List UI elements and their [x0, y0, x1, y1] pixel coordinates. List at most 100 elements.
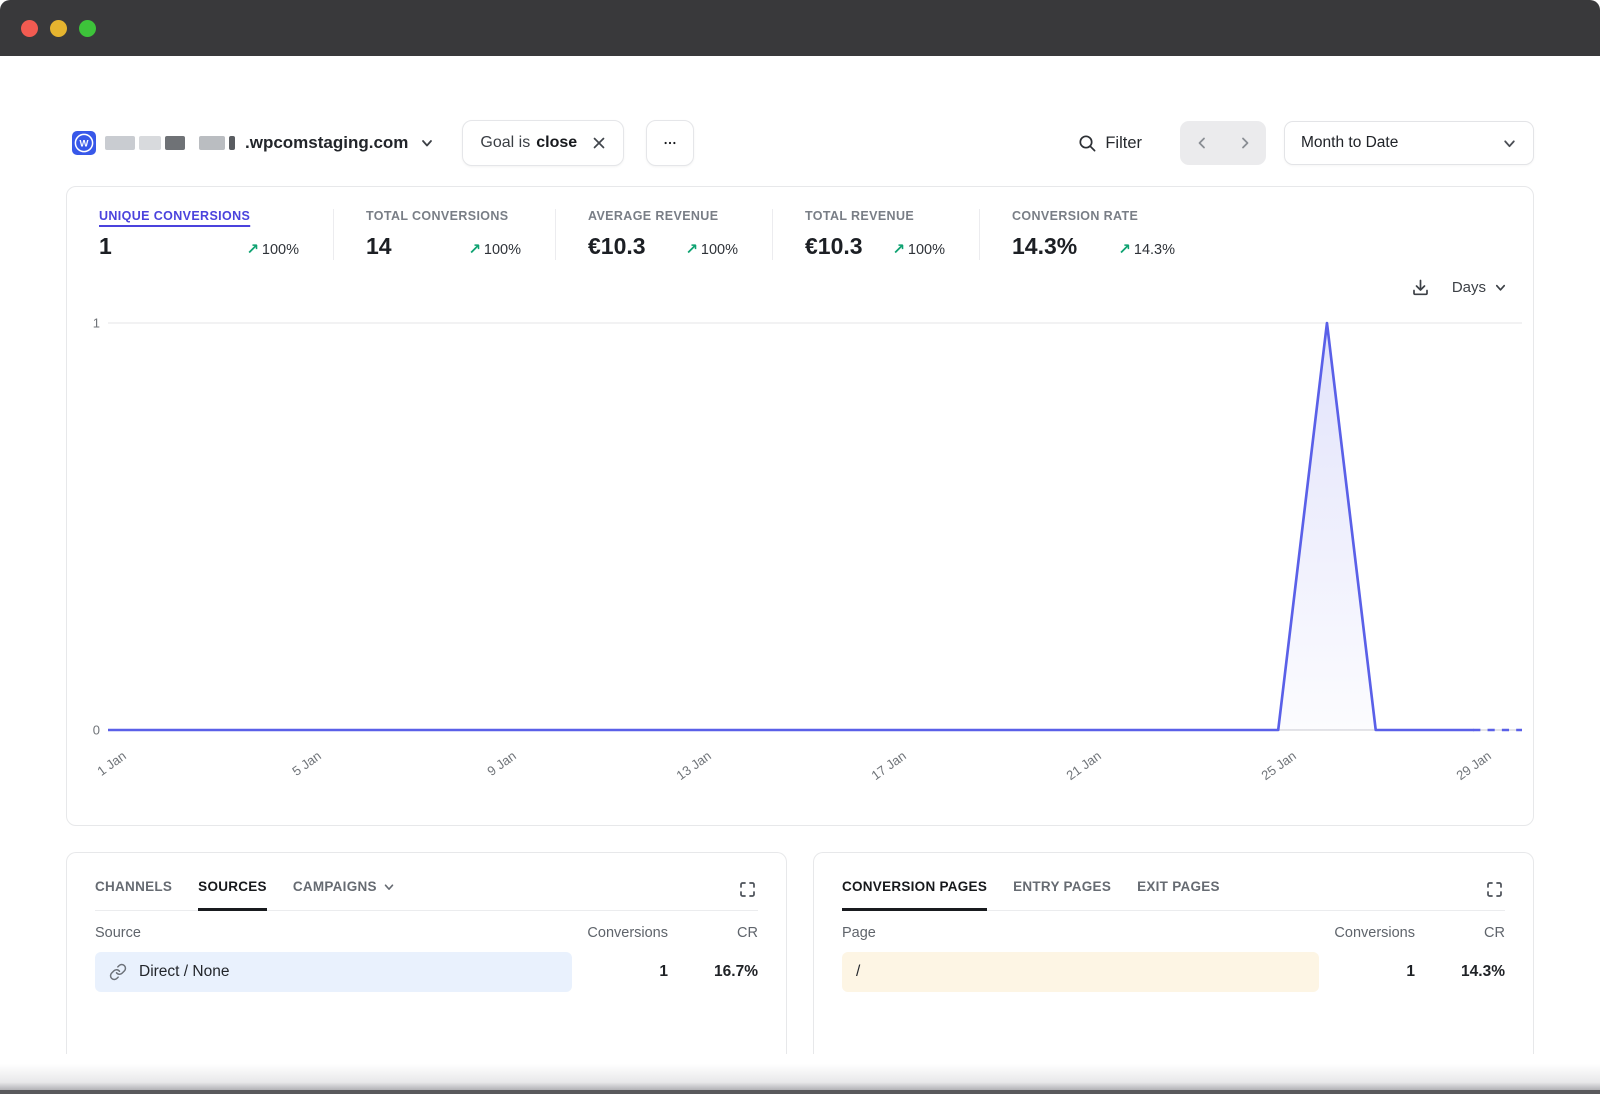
source-cr: 16.7% [668, 963, 758, 981]
filter-button[interactable]: Filter [1078, 134, 1142, 153]
x-axis-label: 1 Jan [94, 748, 129, 779]
metric-total-conversions[interactable]: TOTAL CONVERSIONS 14 ↗100% [333, 209, 555, 260]
site-selector[interactable]: W .wpcomstaging.com [66, 131, 434, 155]
metric-value: 14.3% [1012, 233, 1077, 260]
tab-campaigns-label: CAMPAIGNS [293, 879, 377, 894]
wordpress-icon: W [72, 131, 96, 155]
tab-channels[interactable]: CHANNELS [95, 879, 172, 911]
tab-conversion-pages[interactable]: CONVERSION PAGES [842, 879, 987, 911]
expand-pages-button[interactable] [1484, 879, 1505, 903]
filter-label: Filter [1105, 134, 1142, 153]
metric-value: 14 [366, 233, 392, 260]
pages-table-header: Page Conversions CR [842, 925, 1505, 941]
detail-cards-row: CHANNELS SOURCES CAMPAIGNS Source Conver… [66, 852, 1534, 1054]
chevron-right-icon [1238, 136, 1252, 150]
search-icon [1078, 134, 1097, 153]
remove-filter-icon[interactable] [592, 136, 606, 150]
toolbar: W .wpcomstaging.com Goal is close [66, 120, 1534, 166]
page-path: / [856, 963, 860, 981]
x-axis-label: 5 Jan [289, 748, 324, 779]
chevron-down-icon [1502, 136, 1517, 151]
redacted-site-name [105, 136, 235, 150]
trend-up-icon: ↗ [246, 241, 259, 258]
page-cr: 14.3% [1415, 963, 1505, 981]
column-source: Source [95, 925, 568, 941]
metric-total-revenue[interactable]: TOTAL REVENUE €10.3 ↗100% [772, 209, 979, 260]
column-cr: CR [668, 925, 758, 941]
previous-period-button[interactable] [1189, 130, 1215, 156]
column-conversions: Conversions [568, 925, 668, 941]
more-options-button[interactable] [646, 120, 694, 166]
tab-sources[interactable]: SOURCES [198, 879, 267, 911]
minimize-window-button[interactable] [50, 20, 67, 37]
ellipsis-icon [664, 140, 676, 146]
y-axis-tick: 1 [93, 316, 100, 331]
chevron-left-icon [1195, 136, 1209, 150]
metric-unique-conversions[interactable]: UNIQUE CONVERSIONS 1 ↗100% [67, 209, 333, 260]
x-axis-label: 25 Jan [1259, 748, 1299, 783]
metric-value: €10.3 [805, 233, 863, 260]
svg-text:W: W [80, 138, 89, 149]
x-axis-label: 13 Jan [674, 748, 714, 783]
trend-up-icon: ↗ [468, 241, 481, 258]
date-range-select[interactable]: Month to Date [1284, 121, 1534, 165]
close-window-button[interactable] [21, 20, 38, 37]
interval-value: Days [1452, 279, 1486, 296]
titlebar [0, 0, 1600, 56]
conversions-report-card: UNIQUE CONVERSIONS 1 ↗100% TOTAL CONVERS… [66, 186, 1534, 826]
pages-card-tabs: CONVERSION PAGES ENTRY PAGES EXIT PAGES [842, 879, 1505, 911]
tab-campaigns[interactable]: CAMPAIGNS [293, 879, 395, 911]
app-window: W .wpcomstaging.com Goal is close [0, 0, 1600, 1094]
table-row[interactable]: / 1 14.3% [842, 952, 1505, 994]
date-pager [1180, 121, 1266, 165]
goal-filter-value: close [536, 134, 577, 152]
window-bottom-edge [0, 1064, 1600, 1094]
download-chart-button[interactable] [1411, 278, 1430, 297]
trend-up-icon: ↗ [892, 241, 905, 258]
table-row[interactable]: Direct / None 1 16.7% [95, 952, 758, 994]
source-conversions: 1 [568, 963, 668, 981]
trend-up-icon: ↗ [685, 241, 698, 258]
metrics-row: UNIQUE CONVERSIONS 1 ↗100% TOTAL CONVERS… [67, 187, 1533, 260]
tab-exit-pages[interactable]: EXIT PAGES [1137, 879, 1220, 911]
y-axis-tick: 0 [93, 723, 100, 738]
metric-change: ↗100% [246, 240, 299, 258]
next-period-button[interactable] [1232, 130, 1258, 156]
metric-label: UNIQUE CONVERSIONS [99, 209, 299, 223]
metric-conversion-rate[interactable]: CONVERSION RATE 14.3% ↗14.3% [979, 209, 1209, 260]
metric-label: TOTAL REVENUE [805, 209, 945, 223]
download-icon [1411, 278, 1430, 297]
metric-change: ↗100% [892, 240, 945, 258]
column-page: Page [842, 925, 1315, 941]
fullscreen-icon [1486, 881, 1503, 898]
chevron-down-icon [383, 881, 395, 893]
expand-sources-button[interactable] [737, 879, 758, 903]
pages-card: CONVERSION PAGES ENTRY PAGES EXIT PAGES … [813, 852, 1534, 1054]
zoom-window-button[interactable] [79, 20, 96, 37]
metric-value: 1 [99, 233, 112, 260]
site-domain: .wpcomstaging.com [245, 133, 408, 153]
column-cr: CR [1415, 925, 1505, 941]
metric-change: ↗14.3% [1118, 240, 1175, 258]
conversions-chart: 1 0 [108, 316, 1522, 736]
x-axis-label: 21 Jan [1064, 748, 1104, 783]
metric-label: TOTAL CONVERSIONS [366, 209, 521, 223]
date-range-value: Month to Date [1301, 134, 1398, 152]
interval-select[interactable]: Days [1452, 279, 1507, 296]
metric-label: CONVERSION RATE [1012, 209, 1175, 223]
tab-entry-pages[interactable]: ENTRY PAGES [1013, 879, 1111, 911]
fullscreen-icon [739, 881, 756, 898]
chart-controls: Days [67, 272, 1507, 302]
source-name: Direct / None [139, 963, 229, 981]
metric-change: ↗100% [685, 240, 738, 258]
metric-change: ↗100% [468, 240, 521, 258]
metric-label: AVERAGE REVENUE [588, 209, 738, 223]
conversions-chart-svg [108, 316, 1522, 736]
goal-filter-chip[interactable]: Goal is close [462, 120, 624, 166]
trend-up-icon: ↗ [1118, 241, 1131, 258]
goal-filter-prefix: Goal is [480, 134, 530, 152]
sources-table-header: Source Conversions CR [95, 925, 758, 941]
sources-card-tabs: CHANNELS SOURCES CAMPAIGNS [95, 879, 758, 911]
chevron-down-icon [1494, 281, 1507, 294]
metric-average-revenue[interactable]: AVERAGE REVENUE €10.3 ↗100% [555, 209, 772, 260]
